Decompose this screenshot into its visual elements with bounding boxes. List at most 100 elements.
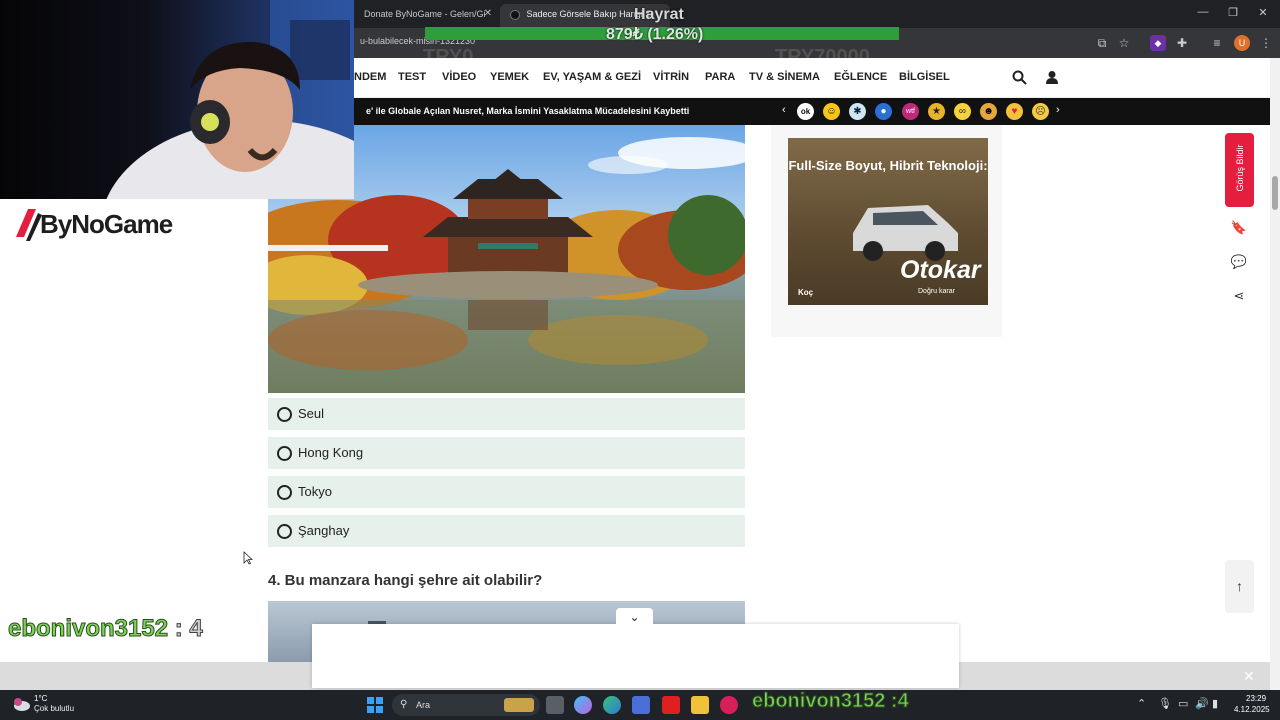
reaction-wtf-icon[interactable]: wtf <box>902 103 919 120</box>
ad-headline: Full-Size Boyut, Hibrit Teknoloji: <box>788 158 988 173</box>
edge-icon[interactable] <box>603 696 621 714</box>
weather-icon[interactable] <box>12 696 30 712</box>
close-icon[interactable]: ✕ <box>484 4 492 24</box>
reaction-smile-icon[interactable]: ☻ <box>980 103 997 120</box>
radio-button[interactable] <box>277 524 292 539</box>
reaction-love-icon[interactable]: ♥ <box>1006 103 1023 120</box>
close-window-icon[interactable]: ✕ <box>1248 6 1278 19</box>
file-explorer-icon[interactable] <box>691 696 709 714</box>
quiz-option[interactable]: Tokyo <box>268 476 745 508</box>
comment-icon[interactable]: 💬 <box>1230 253 1248 271</box>
menu-icon[interactable]: ⋮ <box>1258 35 1274 51</box>
scroll-thumb[interactable] <box>1272 176 1278 210</box>
bookmark-icon[interactable]: 🔖 <box>1230 219 1248 237</box>
nav-item-tv-sinema[interactable]: TV & SİNEMA <box>749 71 820 83</box>
taskbar-search-placeholder: Ara <box>416 700 431 710</box>
webcam-overlay <box>0 0 354 199</box>
copilot-icon[interactable] <box>574 696 592 714</box>
feedback-button[interactable]: Görüş Bildir <box>1225 133 1254 207</box>
network-icon[interactable]: ▭ <box>1178 697 1188 710</box>
reaction-ok-icon[interactable]: ok <box>797 103 814 120</box>
nav-item-gundem[interactable]: NDEM <box>354 71 386 83</box>
nav-item-para[interactable]: PARA <box>705 71 735 83</box>
reaction-laugh-icon[interactable]: ☺ <box>823 103 840 120</box>
option-label: Tokyo <box>298 484 332 499</box>
battery-icon[interactable]: ▮ <box>1212 697 1218 710</box>
ad-banner[interactable]: Full-Size Boyut, Hibrit Teknoloji: Otoka… <box>788 138 988 305</box>
minimize-icon[interactable]: — <box>1188 6 1218 18</box>
search-highlight-icon <box>504 698 534 712</box>
taskbar: 1°C Çok bulutlu ⚲ Ara ⌃ 🎙 ▭ 🔊 ▮ 23:29 4.… <box>0 690 1280 720</box>
clock-date[interactable]: 4.12.2025 <box>1234 705 1270 714</box>
chat-text: 4 <box>189 615 203 643</box>
nav-item-yemek[interactable]: YEMEK <box>490 71 529 83</box>
share-icon[interactable]: ⋖ <box>1230 287 1248 305</box>
donation-amount: 879₺ (1.26%) <box>606 26 704 43</box>
sticky-ad[interactable] <box>312 624 959 688</box>
weather-description: Çok bulutlu <box>34 704 75 713</box>
windows-start-icon[interactable] <box>366 696 384 714</box>
extension-icon[interactable]: ◆ <box>1150 35 1166 51</box>
car-image <box>853 205 958 261</box>
quiz-option[interactable]: Şanghay <box>268 515 745 547</box>
restore-icon[interactable]: ❐ <box>1218 6 1248 19</box>
nav-item-vitrin[interactable]: VİTRİN <box>653 71 689 83</box>
favicon-icon <box>510 9 520 20</box>
chat-message-bottom: ebonivon3152 :4 <box>752 690 910 713</box>
media-icon[interactable]: ≡ <box>1209 35 1225 51</box>
chevron-up-icon[interactable]: ⌃ <box>1137 697 1146 710</box>
nav-item-test[interactable]: TEST <box>398 71 426 83</box>
nav-item-video[interactable]: VİDEO <box>442 71 476 83</box>
chevron-right-icon[interactable]: › <box>1056 104 1060 116</box>
radio-button[interactable] <box>277 407 292 422</box>
star-icon[interactable]: ☆ <box>1116 35 1132 51</box>
ticker-headline[interactable]: e' ile Globale Açılan Nusret, Marka İsmi… <box>366 106 689 116</box>
weather-temperature: 1°C <box>34 694 48 703</box>
question-heading: 4. Bu manzara hangi şehre ait olabilir? <box>268 572 543 589</box>
taskbar-search[interactable]: ⚲ Ara <box>392 694 540 716</box>
reaction-infinity-icon[interactable]: ∞ <box>954 103 971 120</box>
radio-button[interactable] <box>277 485 292 500</box>
reaction-blue-icon[interactable]: ● <box>875 103 892 120</box>
chat-user: ebonivon3152 <box>7 615 169 643</box>
ad-brand: Otokar <box>900 256 981 284</box>
clock-time[interactable]: 23:29 <box>1246 694 1266 703</box>
feedback-label: Görüş Bildir <box>1235 144 1245 192</box>
tab-label: Donate ByNoGame - Gelen/Gi <box>364 9 486 19</box>
ad-group: Koç <box>798 288 814 297</box>
microphone-icon[interactable]: 🎙 <box>1158 697 1172 710</box>
radio-button[interactable] <box>277 446 292 461</box>
option-label: Seul <box>298 406 325 421</box>
mouse-cursor-icon <box>243 551 253 565</box>
ad-tagline: Doğru karar <box>918 288 955 295</box>
nav-item-ev-yasam[interactable]: EV, YAŞAM & GEZİ <box>543 71 641 83</box>
task-view-icon[interactable] <box>546 696 564 714</box>
youtube-icon[interactable] <box>662 696 680 714</box>
chat-separator: : <box>174 615 183 643</box>
quiz-option[interactable]: Seul <box>268 398 745 430</box>
chevron-left-icon[interactable]: ‹ <box>782 104 786 116</box>
media-player-icon[interactable] <box>720 696 738 714</box>
back-to-top-button[interactable]: ↑ <box>1225 560 1254 613</box>
install-icon[interactable]: ⧉ <box>1094 35 1110 51</box>
user-icon[interactable] <box>1045 70 1059 85</box>
donation-title: Hayrat <box>634 6 684 23</box>
puzzle-icon[interactable]: ✚ <box>1174 35 1190 51</box>
reaction-sad-icon[interactable]: ☹ <box>1032 103 1049 120</box>
nav-item-eglence[interactable]: EĞLENCE <box>834 71 887 83</box>
tab-label: Sadece Görsele Bakıp Hangi Ş <box>526 9 652 19</box>
search-icon[interactable] <box>1012 70 1027 85</box>
nav-item-bilgisel[interactable]: BİLGİSEL <box>899 71 950 83</box>
quiz-option[interactable]: Hong Kong <box>268 437 745 469</box>
store-icon[interactable] <box>632 696 650 714</box>
reaction-like-icon[interactable]: ★ <box>928 103 945 120</box>
scrollbar[interactable] <box>1270 58 1280 690</box>
reaction-cool-icon[interactable]: ✱ <box>849 103 866 120</box>
chevron-down-icon[interactable]: ⌄ <box>616 608 653 626</box>
close-icon[interactable]: ✕ <box>1243 668 1255 685</box>
volume-icon[interactable]: 🔊 <box>1195 697 1209 710</box>
bynogame-wordmark: ByNoGame <box>40 209 173 239</box>
option-label: Şanghay <box>298 523 350 538</box>
profile-icon[interactable]: U <box>1234 35 1250 51</box>
tab-donate[interactable]: Donate ByNoGame - Gelen/Gi ✕ <box>354 4 498 28</box>
